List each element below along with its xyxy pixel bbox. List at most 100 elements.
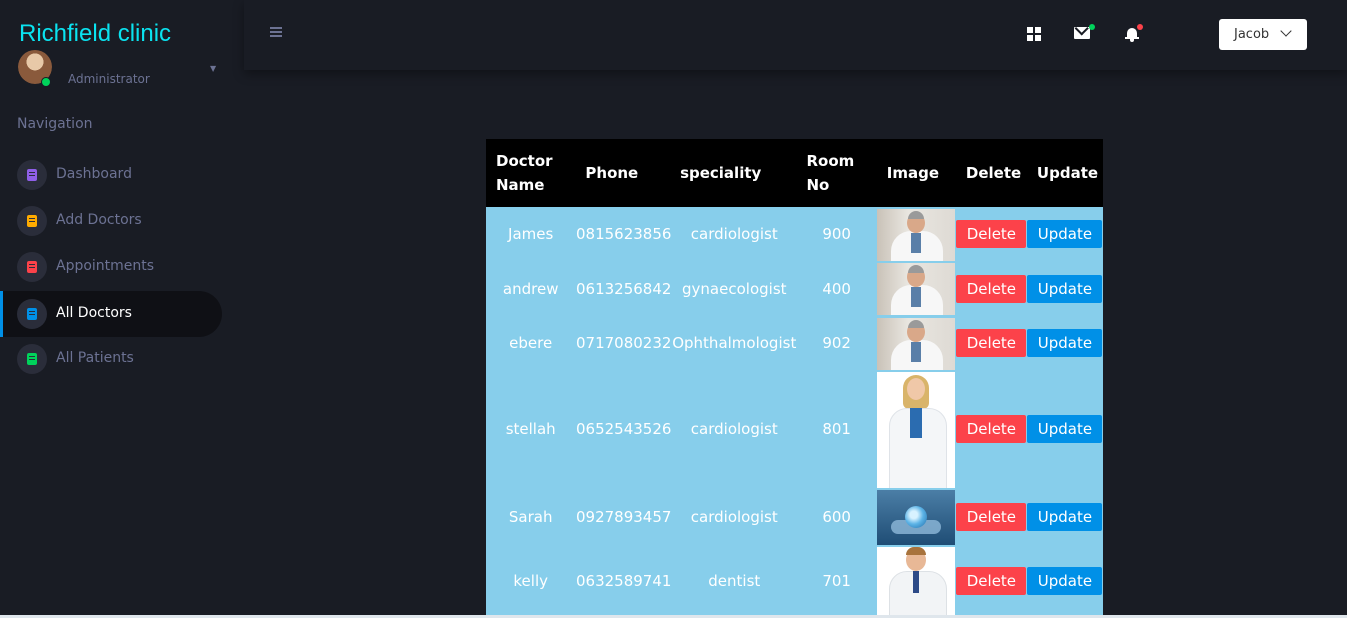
nav-icon-circle xyxy=(17,206,47,236)
delete-button[interactable]: Delete xyxy=(956,567,1027,595)
doctor-speciality: cardiologist xyxy=(672,207,797,261)
doctor-speciality: gynaecologist xyxy=(672,261,797,316)
delete-cell: Delete xyxy=(955,316,1027,370)
doctor-name: stellah xyxy=(486,370,576,488)
brand-title[interactable]: Richfield clinic xyxy=(19,20,171,48)
chevron-down-icon[interactable]: ▼ xyxy=(210,64,216,73)
sidebar-item-label: All Patients xyxy=(56,350,134,366)
delete-cell: Delete xyxy=(955,207,1027,261)
doctor-speciality: cardiologist xyxy=(672,370,797,488)
nav-icon-circle xyxy=(17,160,47,190)
online-status-dot xyxy=(41,77,51,87)
update-cell: Update xyxy=(1026,207,1103,261)
doctor-man-tie-photo xyxy=(877,546,956,617)
update-button[interactable]: Update xyxy=(1027,415,1103,443)
column-header: Phone xyxy=(575,139,673,207)
doctor-name: James xyxy=(486,207,576,261)
doctor-image-cell xyxy=(876,370,956,488)
doctor-name: kelly xyxy=(486,545,576,617)
nav-icon-circle xyxy=(17,344,47,374)
doctor-phone: 0927893457 xyxy=(575,488,673,545)
doctors-table: Doctor Name Phone speciality Room No Ima… xyxy=(486,139,1103,617)
mail-badge xyxy=(1089,24,1095,30)
doctor-image-cell xyxy=(876,207,956,261)
delete-button[interactable]: Delete xyxy=(956,220,1027,248)
user-name: Jacob xyxy=(1234,27,1270,42)
update-button[interactable]: Update xyxy=(1027,329,1103,357)
delete-cell: Delete xyxy=(955,370,1027,488)
nav-icon-circle xyxy=(17,252,47,282)
chevron-down-icon xyxy=(1280,25,1292,37)
doctor-man-photo xyxy=(877,208,956,261)
topbar: Jacob xyxy=(244,0,1347,70)
nav-heading: Navigation xyxy=(17,116,93,132)
doctor-man-photo xyxy=(877,263,956,315)
doctor-man-photo xyxy=(877,317,956,370)
table-row: Sarah 0927893457 cardiologist 600 Delete… xyxy=(486,488,1103,545)
column-header: Doctor Name xyxy=(486,139,576,207)
doctor-phone: 0613256842 xyxy=(575,261,673,316)
sidebar-item-dashboard[interactable]: Dashboard xyxy=(0,152,222,198)
document-icon xyxy=(27,308,37,320)
notification-badge xyxy=(1137,24,1143,30)
doctor-speciality: cardiologist xyxy=(672,488,797,545)
sidebar-item-appointments[interactable]: Appointments xyxy=(0,244,222,290)
doctor-room: 400 xyxy=(796,261,877,316)
mail-icon[interactable] xyxy=(1074,27,1090,39)
delete-cell: Delete xyxy=(955,261,1027,316)
column-header: Image xyxy=(876,139,956,207)
sidebar-item-all-patients[interactable]: All Patients xyxy=(0,336,222,382)
update-cell: Update xyxy=(1026,316,1103,370)
table-row: ebere 0717080232 Ophthalmologist 902 Del… xyxy=(486,316,1103,370)
doctor-woman-photo xyxy=(877,371,956,488)
doctor-image-cell xyxy=(876,316,956,370)
update-cell: Update xyxy=(1026,488,1103,545)
doctor-phone: 0632589741 xyxy=(575,545,673,617)
globe-hands-photo xyxy=(877,489,956,545)
table-row: James 0815623856 cardiologist 900 Delete… xyxy=(486,207,1103,261)
delete-button[interactable]: Delete xyxy=(956,274,1027,303)
document-icon xyxy=(27,169,37,181)
doctor-room: 600 xyxy=(796,488,877,545)
doctor-room: 900 xyxy=(796,207,877,261)
update-cell: Update xyxy=(1026,370,1103,488)
grid-icon[interactable] xyxy=(1026,26,1042,42)
doctor-speciality: dentist xyxy=(672,545,797,617)
doctor-name: andrew xyxy=(486,261,576,316)
user-dropdown[interactable]: Jacob xyxy=(1219,19,1307,50)
nav-icon-circle xyxy=(17,299,47,329)
profile[interactable]: Administrator ▼ xyxy=(0,50,244,96)
doctor-room: 902 xyxy=(796,316,877,370)
delete-cell: Delete xyxy=(955,545,1027,617)
table-row: andrew 0613256842 gynaecologist 400 Dele… xyxy=(486,261,1103,316)
update-button[interactable]: Update xyxy=(1027,274,1103,303)
doctor-phone: 0652543526 xyxy=(575,370,673,488)
sidebar-item-all-doctors[interactable]: All Doctors xyxy=(0,291,222,337)
doctor-image-cell xyxy=(876,261,956,316)
column-header: speciality xyxy=(672,139,797,207)
delete-button[interactable]: Delete xyxy=(956,329,1027,357)
sidebar-item-add-doctors[interactable]: Add Doctors xyxy=(0,198,222,244)
column-header: Delete xyxy=(955,139,1027,207)
sidebar-item-label: Add Doctors xyxy=(56,212,142,228)
sidebar: Richfield clinic Administrator ▼ Navigat… xyxy=(0,0,244,618)
update-cell: Update xyxy=(1026,261,1103,316)
sidebar-item-label: Dashboard xyxy=(56,166,132,182)
update-button[interactable]: Update xyxy=(1027,220,1103,248)
document-icon xyxy=(27,261,37,273)
update-button[interactable]: Update xyxy=(1027,502,1103,531)
doctor-name: Sarah xyxy=(486,488,576,545)
menu-toggle-icon[interactable] xyxy=(270,27,282,37)
delete-button[interactable]: Delete xyxy=(956,502,1027,531)
doctor-image-cell xyxy=(876,488,956,545)
profile-role: Administrator xyxy=(68,72,150,86)
document-icon xyxy=(27,353,37,365)
update-cell: Update xyxy=(1026,545,1103,617)
table-header-row: Doctor Name Phone speciality Room No Ima… xyxy=(486,139,1103,207)
delete-button[interactable]: Delete xyxy=(956,415,1027,443)
update-button[interactable]: Update xyxy=(1027,567,1103,595)
sidebar-item-label: All Doctors xyxy=(56,305,132,321)
doctor-room: 701 xyxy=(796,545,877,617)
document-icon xyxy=(27,215,37,227)
doctor-phone: 0717080232 xyxy=(575,316,673,370)
